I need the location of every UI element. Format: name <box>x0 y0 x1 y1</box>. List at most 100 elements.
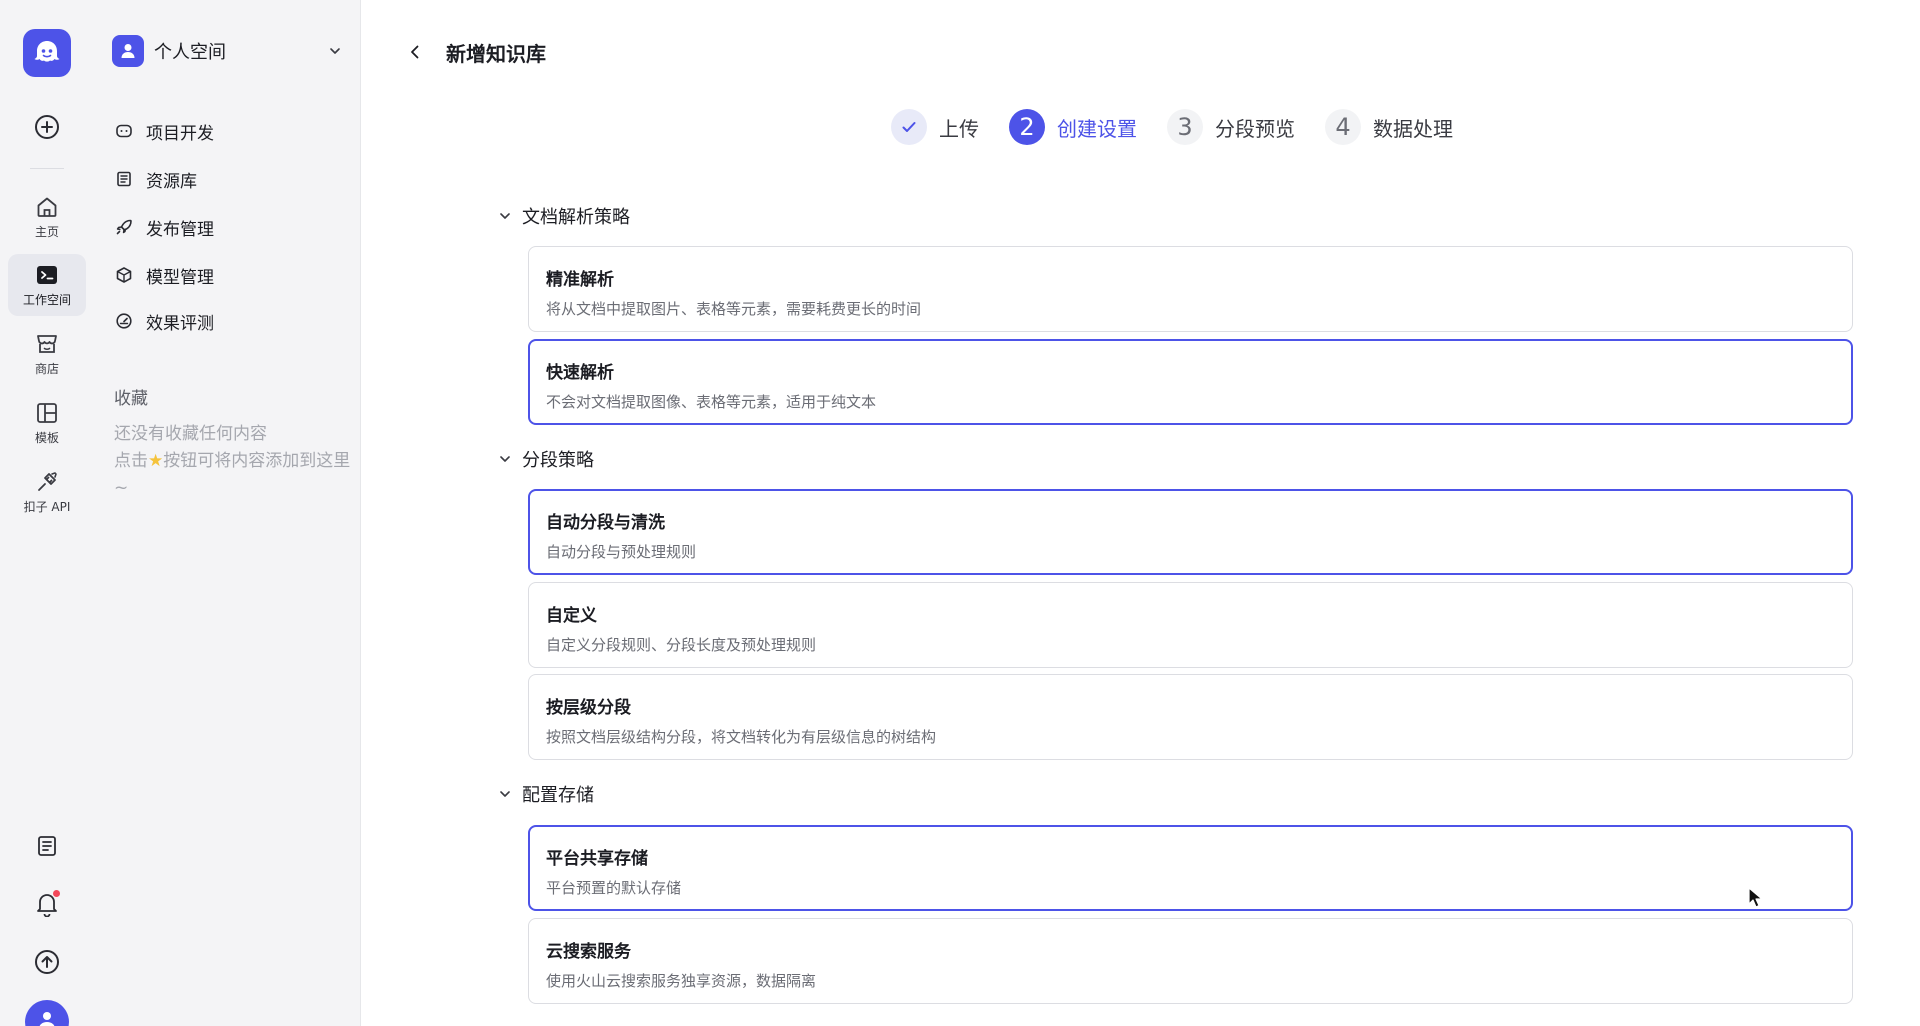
plug-icon <box>38 471 57 491</box>
main-content: 新增知识库 上传 2 创建设置 3 分段预览 4 数据处理 文档解析策略 精准解… <box>361 0 1920 1026</box>
section-title: 配置存储 <box>522 785 594 806</box>
option-desc: 使用火山云搜索服务独享资源，数据隔离 <box>546 972 817 990</box>
favorites-empty-line: 还没有收藏任何内容 <box>114 424 267 444</box>
chevron-left-icon <box>411 45 419 59</box>
notification-dot <box>53 890 60 897</box>
rail-item-store[interactable]: 商店 <box>8 323 86 385</box>
rail-item-api[interactable]: 扣子 API <box>8 461 86 523</box>
library-icon <box>117 171 131 187</box>
option-title: 平台共享存储 <box>546 849 648 869</box>
step-label: 数据处理 <box>1373 116 1453 141</box>
store-icon <box>37 334 57 353</box>
option-desc: 将从文档中提取图片、表格等元素，需要耗费更长的时间 <box>546 300 922 318</box>
terminal-icon <box>37 265 57 284</box>
step-segment-preview[interactable]: 3 分段预览 <box>1167 109 1295 145</box>
gamepad-icon <box>116 124 132 138</box>
cube-icon <box>116 267 132 283</box>
option-shared-storage[interactable]: 平台共享存储 平台预置的默认存储 <box>528 825 1853 911</box>
option-title: 精准解析 <box>546 270 614 290</box>
step-upload[interactable]: 上传 <box>891 109 979 145</box>
user-avatar[interactable] <box>25 1000 69 1026</box>
rail-item-label: 主页 <box>34 224 59 239</box>
option-desc: 平台预置的默认存储 <box>546 879 682 897</box>
rail-item-workspace[interactable]: 工作空间 <box>8 254 86 316</box>
app-logo[interactable] <box>23 29 71 77</box>
section-segment-strategy[interactable]: 分段策略 <box>498 446 594 472</box>
option-auto-segment[interactable]: 自动分段与清洗 自动分段与预处理规则 <box>528 489 1853 575</box>
user-icon <box>39 1012 55 1026</box>
option-title: 自定义 <box>546 606 597 626</box>
rail-item-label: 工作空间 <box>22 292 71 307</box>
step-indicator <box>891 109 927 145</box>
home-icon <box>37 197 57 217</box>
favorites-empty-hint: 点击 <box>114 451 148 471</box>
section-storage[interactable]: 配置存储 <box>498 781 594 807</box>
chevron-down-icon <box>500 456 510 462</box>
option-hierarchy-segment[interactable]: 按层级分段 按照文档层级结构分段，将文档转化为有层级信息的树结构 <box>528 674 1853 760</box>
notifications-button[interactable] <box>31 888 63 920</box>
rocket-icon <box>116 219 132 235</box>
rail-divider <box>30 168 64 169</box>
sidebar-item-models[interactable]: 模型管理 <box>112 257 348 293</box>
sidebar-item-label: 模型管理 <box>146 267 214 288</box>
docs-button[interactable] <box>31 830 63 862</box>
user-icon <box>121 44 135 58</box>
chevron-down-icon <box>500 791 510 797</box>
sidebar-item-library[interactable]: 资源库 <box>112 161 348 197</box>
section-parse-strategy[interactable]: 文档解析策略 <box>498 203 630 229</box>
sidebar-item-label: 资源库 <box>146 171 197 192</box>
create-button[interactable] <box>31 111 63 143</box>
rail-item-label: 模板 <box>34 430 59 445</box>
rail-item-templates[interactable]: 模板 <box>8 392 86 454</box>
option-desc: 自动分段与预处理规则 <box>546 543 697 561</box>
sidebar-item-evaluation[interactable]: 效果评测 <box>112 303 348 339</box>
coze-logo-icon <box>34 41 60 62</box>
mouse-cursor-icon <box>1748 887 1763 908</box>
rail-item-home[interactable]: 主页 <box>8 186 86 248</box>
rail-item-label: 扣子 API <box>23 499 71 514</box>
step-data-processing[interactable]: 4 数据处理 <box>1325 109 1453 145</box>
section-title: 分段策略 <box>522 450 594 471</box>
chevron-down-icon <box>330 48 340 54</box>
option-fast-parse[interactable]: 快速解析 不会对文档提取图像、表格等元素，适用于纯文本 <box>528 339 1853 425</box>
step-number: 4 <box>1325 109 1361 145</box>
page-title: 新增知识库 <box>446 42 546 66</box>
sidebar-item-label: 发布管理 <box>146 219 214 240</box>
option-desc: 按照文档层级结构分段，将文档转化为有层级信息的树结构 <box>546 728 937 746</box>
section-title: 文档解析策略 <box>522 207 630 228</box>
option-title: 按层级分段 <box>546 698 631 718</box>
step-label: 创建设置 <box>1057 116 1137 141</box>
option-desc: 不会对文档提取图像、表格等元素，适用于纯文本 <box>546 393 877 411</box>
sidebar-item-label: 项目开发 <box>146 123 214 144</box>
option-custom-segment[interactable]: 自定义 自定义分段规则、分段长度及预处理规则 <box>528 582 1853 668</box>
option-title: 快速解析 <box>546 363 614 383</box>
arrow-up-circle-icon <box>35 950 59 974</box>
option-title: 自动分段与清洗 <box>546 513 665 533</box>
favorites-empty-text: 还没有收藏任何内容 点击★按钮可将内容添加到这里~ <box>114 421 354 502</box>
rail-item-label: 商店 <box>34 361 59 376</box>
option-desc: 自定义分段规则、分段长度及预处理规则 <box>546 636 817 654</box>
template-icon <box>37 402 57 423</box>
sidebar-item-publish[interactable]: 发布管理 <box>112 209 348 245</box>
sidebar-item-projects[interactable]: 项目开发 <box>112 113 348 149</box>
favorites-title: 收藏 <box>114 389 148 409</box>
option-title: 云搜索服务 <box>546 942 631 962</box>
chevron-down-icon <box>500 213 510 219</box>
workspace-name: 个人空间 <box>154 42 226 63</box>
workspace-selector[interactable]: 个人空间 <box>112 34 348 68</box>
step-label: 上传 <box>939 116 979 141</box>
star-icon: ★ <box>148 451 164 471</box>
option-precise-parse[interactable]: 精准解析 将从文档中提取图片、表格等元素，需要耗费更长的时间 <box>528 246 1853 332</box>
plus-circle-icon <box>35 115 59 139</box>
stepper: 上传 2 创建设置 3 分段预览 4 数据处理 <box>891 108 1483 146</box>
check-icon <box>902 122 916 132</box>
gauge-icon <box>116 313 132 329</box>
option-cloud-search[interactable]: 云搜索服务 使用火山云搜索服务独享资源，数据隔离 <box>528 918 1853 1004</box>
document-icon <box>38 836 56 856</box>
step-label: 分段预览 <box>1215 116 1295 141</box>
workspace-badge <box>112 35 144 67</box>
back-button[interactable] <box>401 38 429 66</box>
icon-rail: 主页 工作空间 商店 模板 扣子 API <box>0 0 94 1026</box>
step-create-settings[interactable]: 2 创建设置 <box>1009 109 1137 145</box>
upgrade-button[interactable] <box>31 946 63 978</box>
